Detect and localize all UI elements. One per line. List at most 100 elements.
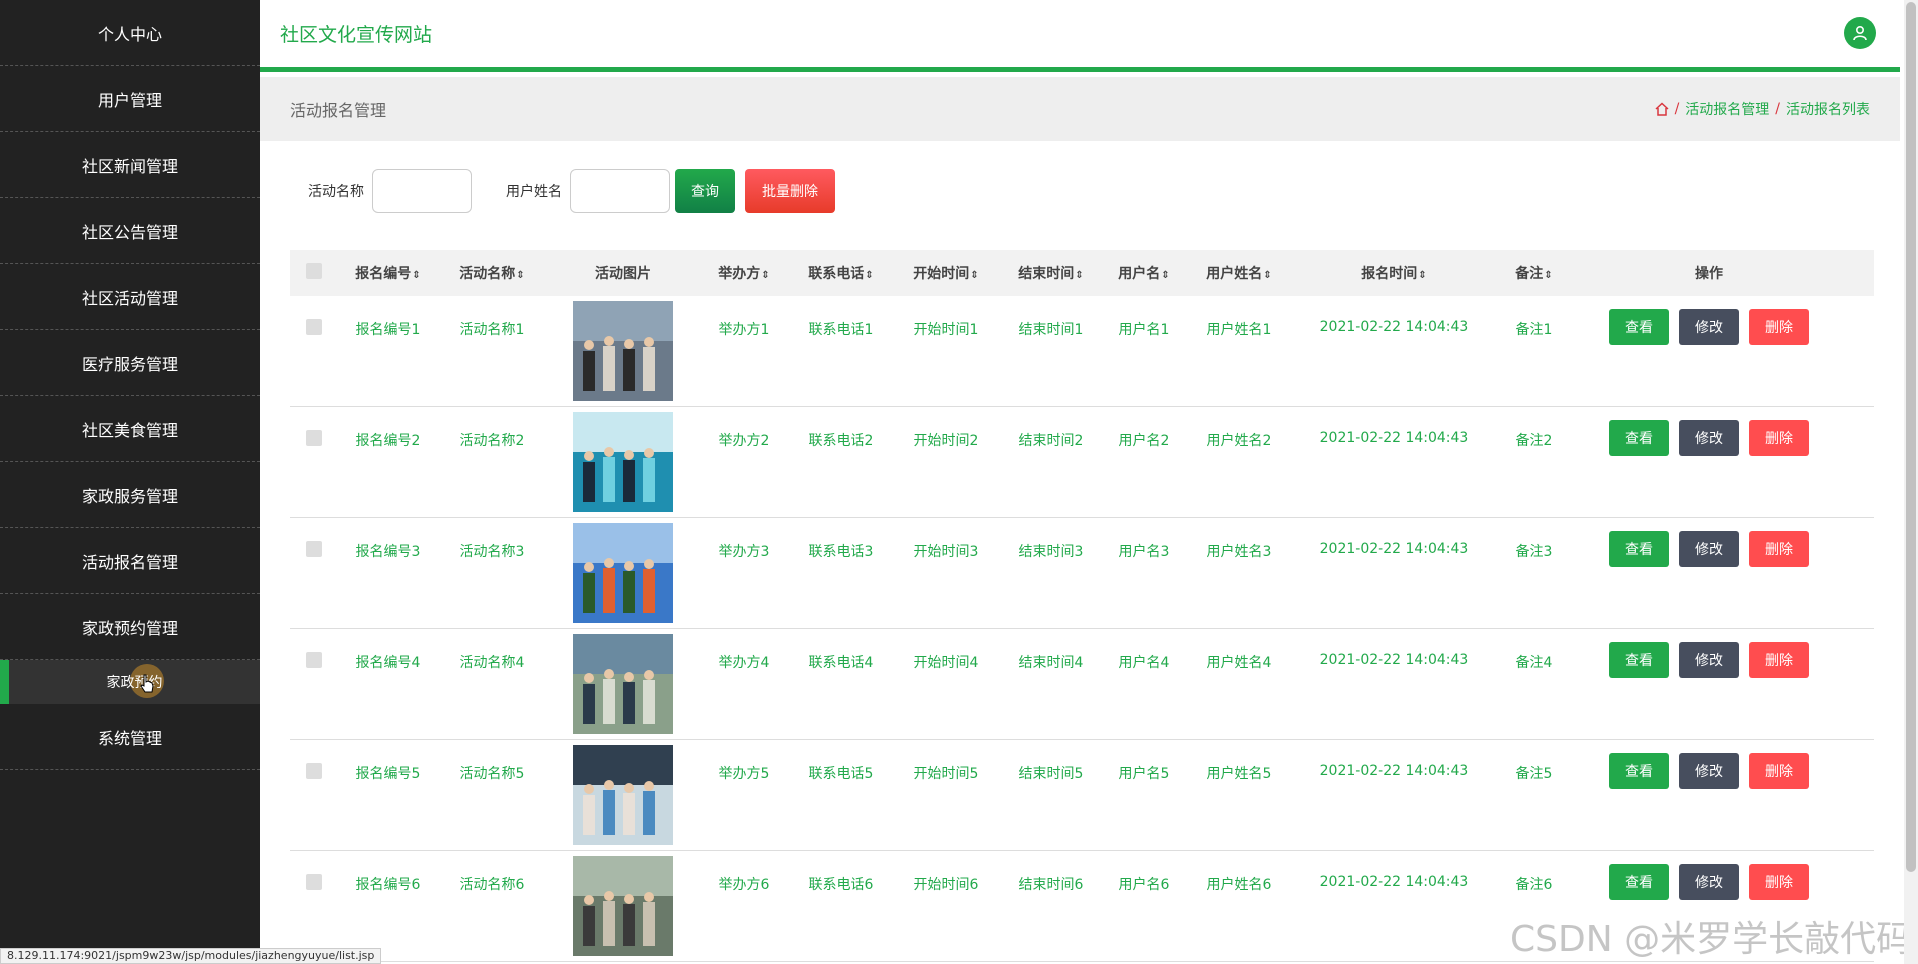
- cell-host: 举办方6: [718, 877, 770, 893]
- view-button[interactable]: 查看: [1609, 753, 1669, 789]
- col-header[interactable]: 举办方⇕: [700, 263, 788, 283]
- cell-username: 用户名3: [1118, 544, 1170, 560]
- col-header-label: 报名时间: [1361, 266, 1418, 282]
- edit-button[interactable]: 修改: [1679, 864, 1739, 900]
- col-header-label: 举办方: [718, 266, 761, 282]
- view-button[interactable]: 查看: [1609, 531, 1669, 567]
- delete-button[interactable]: 删除: [1749, 531, 1809, 567]
- sidebar-item-news-management[interactable]: 社区新闻管理: [0, 132, 260, 198]
- cell-phone: 联系电话6: [808, 877, 874, 893]
- cell-phone: 联系电话3: [808, 544, 874, 560]
- breadcrumb-item: 活动报名列表: [1786, 102, 1870, 118]
- view-button[interactable]: 查看: [1609, 864, 1669, 900]
- col-header-label: 活动图片: [595, 266, 651, 282]
- home-icon[interactable]: [1655, 102, 1669, 116]
- col-header[interactable]: 备注⇕: [1494, 263, 1574, 283]
- activity-photo[interactable]: [573, 523, 673, 623]
- edit-button[interactable]: 修改: [1679, 531, 1739, 567]
- row-checkbox[interactable]: [306, 430, 322, 446]
- sort-icon: ⇕: [412, 270, 421, 281]
- edit-button[interactable]: 修改: [1679, 642, 1739, 678]
- sidebar-item-housekeeping-management[interactable]: 家政服务管理: [0, 462, 260, 528]
- cell-activity-name: 活动名称3: [459, 544, 525, 560]
- edit-button[interactable]: 修改: [1679, 309, 1739, 345]
- table-row: 报名编号2 活动名称2 举办方2 联系电话2 开始时间2 结束时间2 用户名2 …: [290, 407, 1874, 518]
- col-header[interactable]: 用户名⇕: [1104, 263, 1184, 283]
- user-avatar[interactable]: [1844, 17, 1876, 49]
- activity-photo[interactable]: [573, 745, 673, 845]
- sidebar-item-notice-management[interactable]: 社区公告管理: [0, 198, 260, 264]
- view-button[interactable]: 查看: [1609, 309, 1669, 345]
- sidebar-item-personal-center[interactable]: 个人中心: [0, 0, 260, 66]
- sort-icon: ⇕: [970, 270, 979, 281]
- col-header[interactable]: 活动名称⇕: [438, 263, 546, 283]
- batch-delete-button[interactable]: 批量删除: [745, 169, 835, 213]
- row-select-cell[interactable]: [290, 301, 338, 339]
- select-all-cell[interactable]: [290, 263, 338, 283]
- sidebar-item-signup-management[interactable]: 活动报名管理: [0, 528, 260, 594]
- row-checkbox[interactable]: [306, 874, 322, 890]
- sidebar-item-food-management[interactable]: 社区美食管理: [0, 396, 260, 462]
- delete-button[interactable]: 删除: [1749, 864, 1809, 900]
- cell-phone: 联系电话5: [808, 766, 874, 782]
- row-select-cell[interactable]: [290, 523, 338, 561]
- col-header[interactable]: 开始时间⇕: [894, 263, 998, 283]
- cell-note: 备注5: [1515, 766, 1553, 782]
- col-header-label: 备注: [1515, 266, 1544, 282]
- edit-button[interactable]: 修改: [1679, 753, 1739, 789]
- delete-button[interactable]: 删除: [1749, 642, 1809, 678]
- col-header-label: 用户名: [1118, 266, 1161, 282]
- table-body: 报名编号1 活动名称1 举办方1 联系电话1 开始时间1 结束时间1 用户名1 …: [290, 296, 1874, 962]
- sidebar-item-medical-management[interactable]: 医疗服务管理: [0, 330, 260, 396]
- scrollbar[interactable]: [1904, 0, 1918, 964]
- row-checkbox[interactable]: [306, 763, 322, 779]
- cell-activity-image: [546, 523, 700, 627]
- query-button[interactable]: 查询: [675, 169, 735, 213]
- sidebar-item-label: 社区活动管理: [81, 288, 178, 308]
- search-bar: 活动名称 用户姓名 查询 批量删除: [290, 169, 835, 213]
- sidebar-item-user-management[interactable]: 用户管理: [0, 66, 260, 132]
- watermark: CSDN @米罗学长敲代码: [1510, 919, 1913, 960]
- table-row: 报名编号5 活动名称5 举办方5 联系电话5 开始时间5 结束时间5 用户名5 …: [290, 740, 1874, 851]
- delete-button[interactable]: 删除: [1749, 753, 1809, 789]
- row-select-cell[interactable]: [290, 412, 338, 450]
- sidebar: 个人中心 用户管理 社区新闻管理 社区公告管理 社区活动管理 医疗服务管理 社区…: [0, 0, 260, 964]
- activity-photo[interactable]: [573, 301, 673, 401]
- col-header[interactable]: 用户姓名⇕: [1184, 263, 1294, 283]
- table-row: 报名编号3 活动名称3 举办方3 联系电话3 开始时间3 结束时间3 用户名3 …: [290, 518, 1874, 629]
- sidebar-item-appointment-management[interactable]: 家政预约管理: [0, 594, 260, 660]
- col-header[interactable]: 报名时间⇕: [1294, 263, 1494, 283]
- col-header[interactable]: 结束时间⇕: [998, 263, 1104, 283]
- row-select-cell[interactable]: [290, 745, 338, 783]
- activity-photo[interactable]: [573, 634, 673, 734]
- cell-user-realname: 用户姓名1: [1206, 322, 1272, 338]
- col-header[interactable]: 联系电话⇕: [788, 263, 894, 283]
- view-button[interactable]: 查看: [1609, 420, 1669, 456]
- scrollbar-thumb[interactable]: [1906, 2, 1916, 872]
- row-select-cell[interactable]: [290, 634, 338, 672]
- row-checkbox[interactable]: [306, 319, 322, 335]
- col-header[interactable]: 报名编号⇕: [338, 263, 438, 283]
- sidebar-item-label: 社区公告管理: [81, 222, 178, 242]
- user-realname-input[interactable]: [570, 169, 670, 213]
- row-select-cell[interactable]: [290, 856, 338, 894]
- breadcrumb-item[interactable]: 活动报名管理: [1685, 99, 1769, 119]
- activity-name-input[interactable]: [372, 169, 472, 213]
- row-checkbox[interactable]: [306, 541, 322, 557]
- delete-button[interactable]: 删除: [1749, 309, 1809, 345]
- sort-icon: ⇕: [1075, 270, 1084, 281]
- activity-photo[interactable]: [573, 412, 673, 512]
- sort-icon: ⇕: [761, 270, 770, 281]
- select-all-checkbox[interactable]: [306, 263, 322, 279]
- sidebar-subitem-appointment[interactable]: 家政预约: [0, 660, 260, 704]
- col-header-label: 结束时间: [1018, 266, 1075, 282]
- sidebar-item-activity-management[interactable]: 社区活动管理: [0, 264, 260, 330]
- view-button[interactable]: 查看: [1609, 642, 1669, 678]
- cell-end-time: 结束时间1: [1018, 322, 1084, 338]
- row-checkbox[interactable]: [306, 652, 322, 668]
- activity-photo[interactable]: [573, 856, 673, 956]
- sidebar-item-system-management[interactable]: 系统管理: [0, 704, 260, 770]
- cell-end-time: 结束时间6: [1018, 877, 1084, 893]
- edit-button[interactable]: 修改: [1679, 420, 1739, 456]
- delete-button[interactable]: 删除: [1749, 420, 1809, 456]
